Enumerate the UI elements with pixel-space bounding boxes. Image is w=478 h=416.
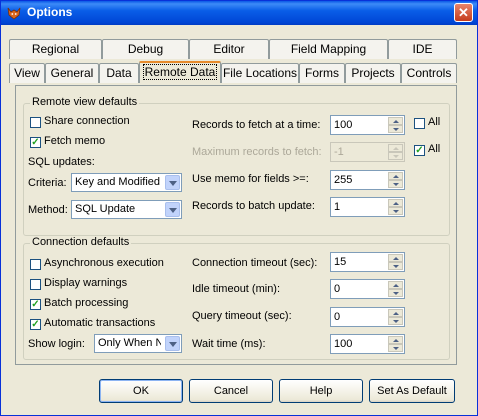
connection-timeout-label: Connection timeout (sec):	[192, 257, 318, 269]
use-memo-spinner[interactable]: 255	[330, 170, 405, 190]
display-warnings-checkbox[interactable]	[30, 279, 41, 290]
chevron-down-icon[interactable]	[165, 202, 180, 217]
idle-timeout-label: Idle timeout (min):	[192, 283, 281, 295]
set-as-default-button[interactable]: Set As Default	[369, 379, 455, 403]
spin-down-icon[interactable]	[388, 152, 403, 160]
ok-button[interactable]: OK	[99, 379, 183, 403]
tab-debug[interactable]: Debug	[102, 39, 189, 59]
close-button[interactable]: ✕	[454, 3, 473, 22]
share-connection-label: Share connection	[44, 115, 130, 127]
spin-up-icon[interactable]	[388, 117, 403, 125]
use-memo-label: Use memo for fields >=:	[192, 173, 309, 185]
tab-view[interactable]: View	[9, 63, 45, 83]
spin-up-icon[interactable]	[388, 309, 403, 317]
spin-up-icon[interactable]	[388, 336, 403, 344]
records-fetch-spinner[interactable]: 100	[330, 115, 405, 135]
spin-up-icon[interactable]	[388, 144, 403, 152]
show-login-label: Show login:	[28, 338, 85, 350]
max-records-label: Maximum records to fetch:	[192, 146, 322, 158]
tab-ide[interactable]: IDE	[388, 39, 457, 59]
options-dialog: Options ✕ Regional Debug Editor Field Ma…	[0, 0, 478, 416]
batch-update-label: Records to batch update:	[192, 200, 315, 212]
records-fetch-all-label: All	[428, 116, 441, 128]
share-connection-checkbox[interactable]	[30, 117, 41, 128]
spin-down-icon[interactable]	[388, 125, 403, 133]
max-records-all-label: All	[428, 143, 441, 155]
spin-down-icon[interactable]	[388, 180, 403, 188]
auto-transactions-checkbox[interactable]: ✓	[30, 319, 41, 330]
wait-time-spinner[interactable]: 100	[330, 334, 405, 354]
fox-app-icon	[7, 7, 21, 20]
title-bar[interactable]: Options ✕	[1, 1, 477, 25]
group-label-remote-view: Remote view defaults	[30, 96, 140, 108]
tab-regional[interactable]: Regional	[9, 39, 102, 59]
sql-updates-label: SQL updates:	[28, 156, 95, 168]
spin-down-icon[interactable]	[388, 262, 403, 270]
idle-timeout-spinner[interactable]: 0	[330, 279, 405, 299]
window-title: Options	[27, 5, 73, 19]
tab-remote-data[interactable]: Remote Data	[139, 61, 221, 83]
tab-data[interactable]: Data	[99, 63, 139, 83]
max-records-spinner[interactable]: -1	[330, 142, 405, 162]
remote-data-panel: Remote view defaults Share connection ✓ …	[15, 85, 457, 365]
spin-down-icon[interactable]	[388, 317, 403, 325]
cancel-button[interactable]: Cancel	[189, 379, 273, 403]
spin-down-icon[interactable]	[388, 289, 403, 297]
tab-projects[interactable]: Projects	[345, 63, 401, 83]
spin-up-icon[interactable]	[388, 281, 403, 289]
spin-up-icon[interactable]	[388, 172, 403, 180]
spin-up-icon[interactable]	[388, 254, 403, 262]
fetch-memo-checkbox[interactable]: ✓	[30, 137, 41, 148]
async-label: Asynchronous execution	[44, 257, 164, 269]
wait-time-label: Wait time (ms):	[192, 338, 266, 350]
tab-controls[interactable]: Controls	[401, 63, 457, 83]
tab-general[interactable]: General	[45, 63, 99, 83]
chevron-down-icon[interactable]	[165, 175, 180, 190]
max-records-all-checkbox[interactable]: ✓	[414, 145, 425, 156]
spin-down-icon[interactable]	[388, 344, 403, 352]
query-timeout-label: Query timeout (sec):	[192, 310, 292, 322]
batch-update-spinner[interactable]: 1	[330, 197, 405, 217]
batch-processing-checkbox[interactable]: ✓	[30, 299, 41, 310]
records-fetch-all-checkbox[interactable]	[414, 118, 425, 129]
async-checkbox[interactable]	[30, 259, 41, 270]
criteria-select[interactable]: Key and Modified Fields	[71, 173, 182, 192]
group-label-connection: Connection defaults	[30, 236, 132, 248]
chevron-down-icon[interactable]	[165, 336, 180, 351]
spin-up-icon[interactable]	[388, 199, 403, 207]
show-login-select[interactable]: Only When Needed	[94, 334, 182, 353]
connection-timeout-spinner[interactable]: 15	[330, 252, 405, 272]
auto-transactions-label: Automatic transactions	[44, 317, 156, 329]
query-timeout-spinner[interactable]: 0	[330, 307, 405, 327]
method-label: Method:	[28, 204, 68, 216]
fetch-memo-label: Fetch memo	[44, 135, 106, 147]
close-icon: ✕	[458, 5, 469, 20]
tab-file-locations[interactable]: File Locations	[221, 63, 299, 83]
records-fetch-label: Records to fetch at a time:	[192, 119, 321, 131]
help-button[interactable]: Help	[279, 379, 363, 403]
batch-processing-label: Batch processing	[44, 297, 129, 309]
tab-field-mapping[interactable]: Field Mapping	[269, 39, 388, 59]
spin-down-icon[interactable]	[388, 207, 403, 215]
display-warnings-label: Display warnings	[44, 277, 128, 289]
criteria-label: Criteria:	[28, 177, 67, 189]
tab-editor[interactable]: Editor	[189, 39, 269, 59]
method-select[interactable]: SQL Update	[71, 200, 182, 219]
tab-forms[interactable]: Forms	[299, 63, 345, 83]
